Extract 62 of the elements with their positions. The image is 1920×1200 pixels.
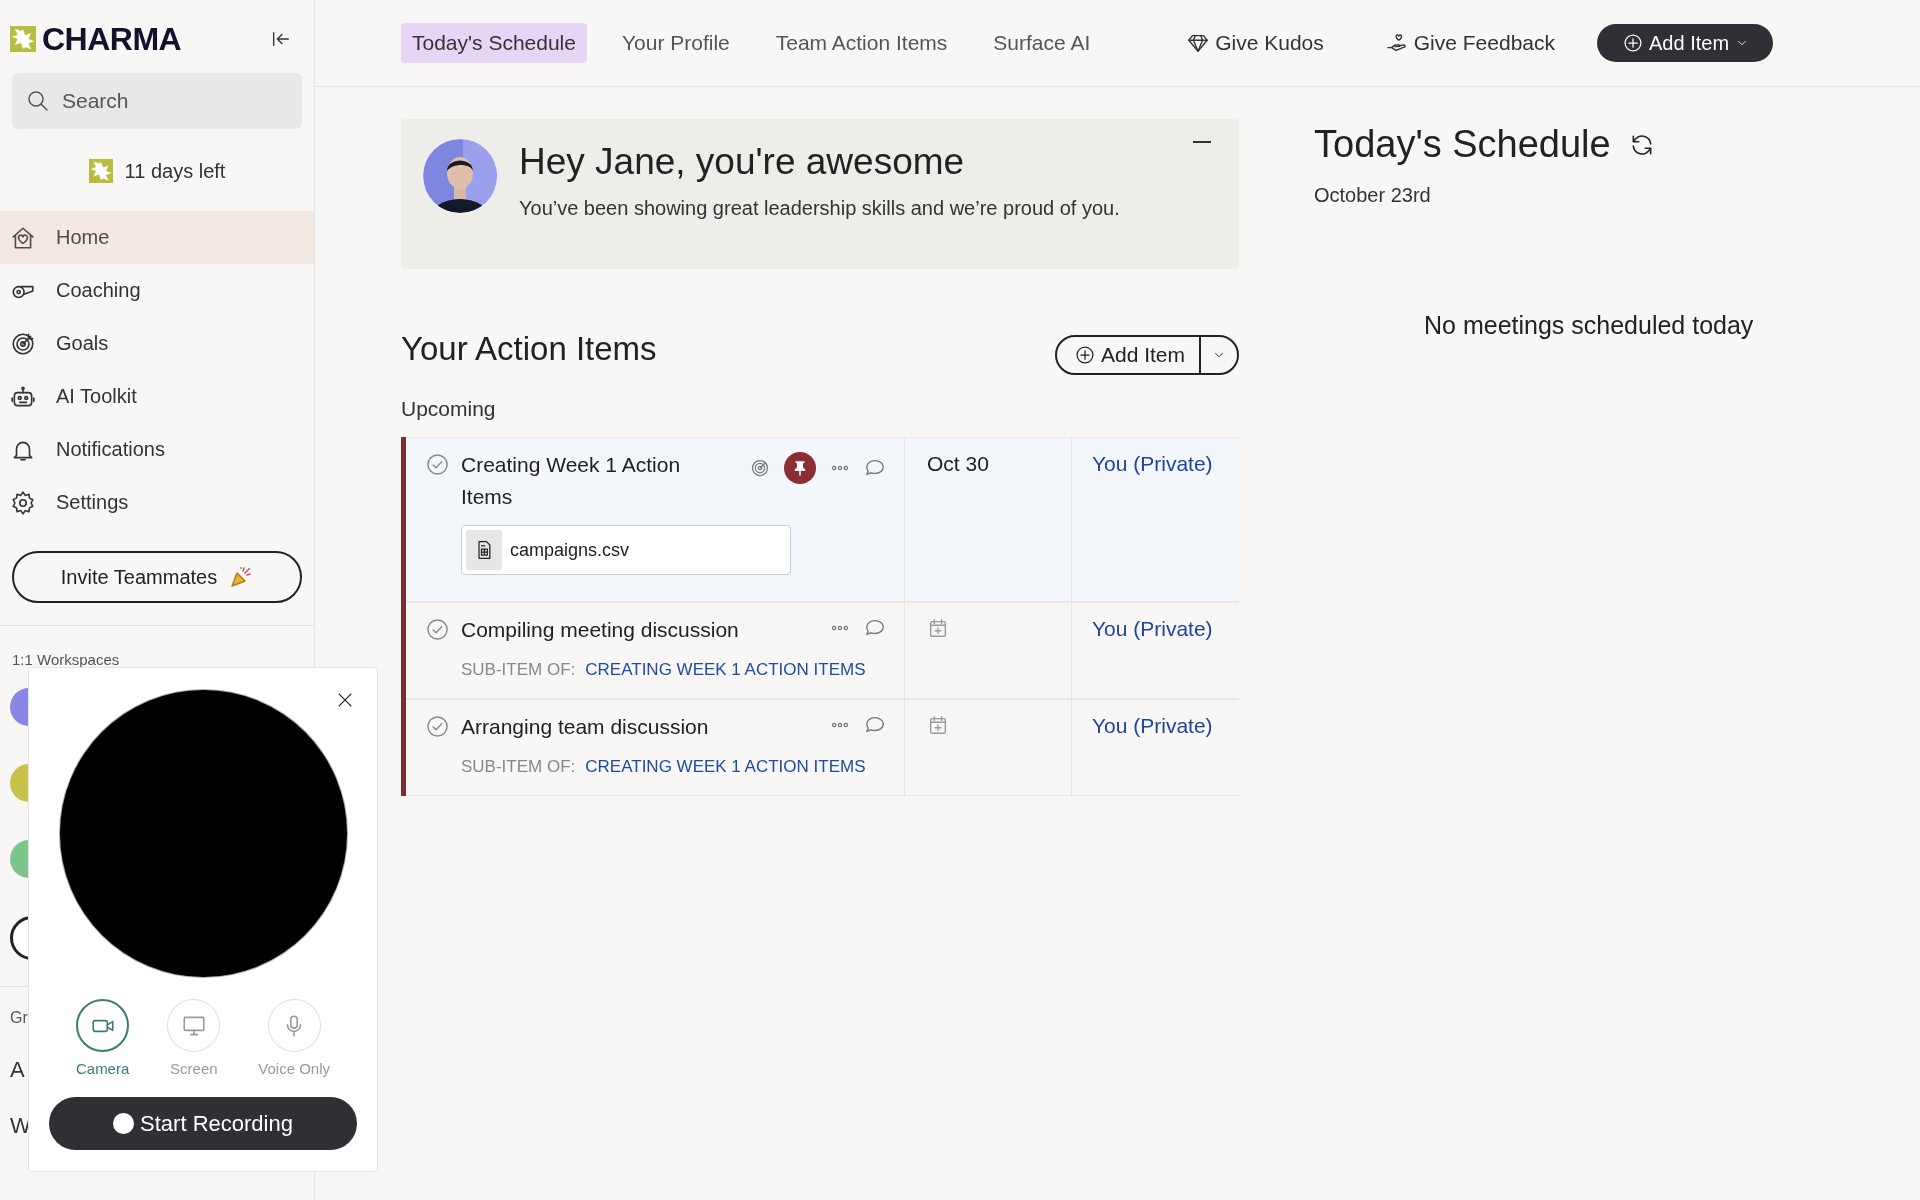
nav-item[interactable]: AI Toolkit — [0, 370, 314, 423]
nav-item[interactable]: Goals — [0, 317, 314, 370]
tab[interactable]: Your Profile — [610, 23, 741, 63]
plus-circle-icon — [1623, 33, 1644, 53]
action-link[interactable]: Give Feedback — [1385, 31, 1556, 55]
settings-icon — [10, 489, 36, 516]
pin-icon[interactable] — [784, 452, 816, 484]
target-icon — [10, 330, 36, 357]
invite-teammates-button[interactable]: Invite Teammates — [12, 551, 302, 603]
schedule-title: Today's Schedule — [1314, 123, 1611, 166]
plus-circle-icon — [1074, 345, 1095, 365]
action-item-row[interactable]: Creating Week 1 Action Items campaigns.csv Oct 30 You (Private) — [406, 437, 1239, 602]
schedule-date: October 23rd — [1314, 184, 1432, 207]
sub-item-label: SUB-ITEM OF: — [461, 660, 576, 680]
check-circle-icon — [426, 618, 449, 641]
search-field[interactable]: Search — [12, 73, 302, 129]
tab[interactable]: Team Action Items — [764, 23, 959, 63]
owner-link[interactable]: You (Private) — [1092, 714, 1213, 737]
nav-item[interactable]: Settings — [0, 476, 314, 529]
empty-message: No meetings scheduled today — [1424, 311, 1755, 340]
sub-item-label: SUB-ITEM OF: — [461, 757, 576, 777]
parent-item-link[interactable]: CREATING WEEK 1 ACTION ITEMS — [585, 757, 866, 777]
search-icon — [26, 89, 50, 113]
hand-heart-icon — [1385, 32, 1408, 54]
trial-icon — [88, 159, 113, 183]
kudos-title: Hey Jane, you're awesome — [519, 141, 966, 183]
item-title: Creating Week 1 Action Items — [461, 452, 682, 510]
file-name: campaigns.csv — [510, 539, 630, 561]
section-heading: 1:1 Workspaces — [11, 650, 121, 668]
section-title: Your Action Items — [401, 330, 657, 368]
nav-item[interactable]: Home — [0, 211, 314, 264]
section-label: Upcoming — [401, 397, 497, 421]
tab[interactable]: Surface AI — [982, 23, 1102, 63]
check-circle-icon — [426, 453, 449, 476]
section-heading: Gr — [10, 1009, 28, 1027]
trial-days-left: 11 days left — [124, 159, 226, 183]
action-link[interactable]: Give Kudos — [1187, 31, 1324, 55]
action-item-row[interactable]: Compiling meeting discussion SUB-ITEM OF: CREATING WEEK 1 ACTION ITEMS You (Private) — [406, 602, 1239, 699]
action-item-row[interactable]: Arranging team discussion SUB-ITEM OF: CREATING WEEK 1 ACTION ITEMS You (Private) — [406, 699, 1239, 796]
kudos-message: You’ve been showing great leadership skills and we’re proud of you. — [519, 197, 1120, 220]
minus-icon — [1193, 141, 1211, 143]
add-date-icon — [927, 617, 949, 639]
owner-link[interactable]: You (Private) — [1092, 452, 1213, 475]
add-date-icon — [927, 714, 949, 736]
attachment-chip[interactable]: campaigns.csv — [461, 525, 791, 575]
group-item[interactable]: A — [10, 1057, 25, 1083]
nav-item[interactable]: Coaching — [0, 264, 314, 317]
tab[interactable]: Today's Schedule — [401, 23, 587, 63]
add-item-split-button[interactable]: Add Item — [1054, 335, 1239, 375]
parent-item-link[interactable]: CREATING WEEK 1 ACTION ITEMS — [585, 660, 866, 680]
start-recording-button[interactable]: Start Recording — [49, 1097, 357, 1150]
check-circle-icon — [426, 715, 449, 738]
logo: CHARMA — [42, 20, 182, 58]
nav-item[interactable]: Notifications — [0, 423, 314, 476]
party-popper-icon — [229, 565, 254, 589]
logo-icon — [10, 26, 36, 52]
due-date: Oct 30 — [927, 452, 989, 475]
owner-link[interactable]: You (Private) — [1092, 617, 1213, 640]
item-title: Compiling meeting discussion — [461, 617, 740, 643]
item-title: Arranging team discussion — [461, 714, 710, 740]
add-item-button[interactable]: Add Item — [1597, 24, 1774, 62]
diamond-icon — [1187, 32, 1210, 54]
